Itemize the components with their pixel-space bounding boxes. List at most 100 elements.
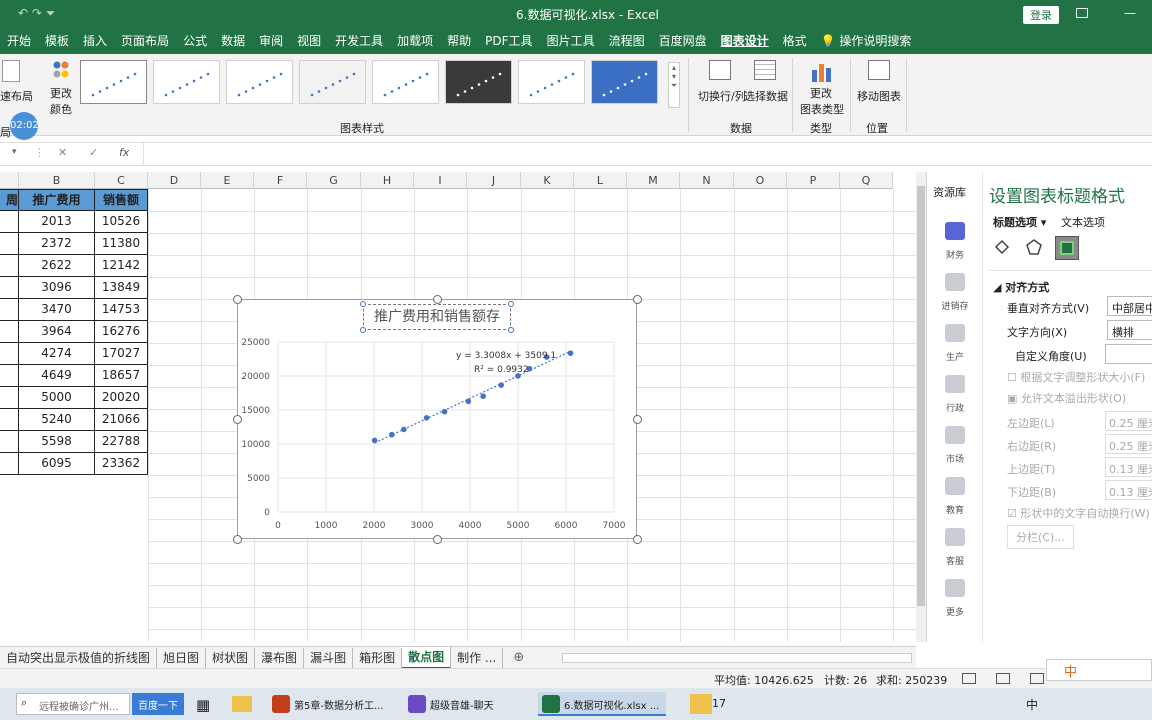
resource-7-label[interactable]: 更多 <box>927 605 983 618</box>
data-point[interactable] <box>423 415 430 421</box>
normal-view-icon[interactable] <box>962 673 976 684</box>
top-margin-input[interactable]: 0.13 厘米 <box>1105 457 1152 477</box>
left-margin-input[interactable]: 0.25 厘米 <box>1105 411 1152 431</box>
cancel-icon[interactable]: ✕ <box>58 146 67 159</box>
start-grid-icon[interactable]: ▦ <box>196 696 210 714</box>
col-header-e[interactable]: E <box>201 172 254 189</box>
change-color-button[interactable]: 更改 颜色 <box>44 58 78 116</box>
col-header-o[interactable]: O <box>734 172 787 189</box>
resource-0-icon[interactable] <box>945 222 965 240</box>
title-handle[interactable] <box>360 327 366 333</box>
tab-4[interactable]: 公式 <box>176 28 214 54</box>
table-cell-b[interactable]: 4274 <box>19 343 95 365</box>
table-header-b[interactable]: 推广费用 <box>19 189 95 211</box>
resize-handle[interactable] <box>633 415 642 424</box>
bottom-margin-input[interactable]: 0.13 厘米 <box>1105 480 1152 500</box>
taskbar-app-0[interactable]: 第5章-数据分析工... <box>268 692 396 716</box>
col-header-g[interactable]: G <box>307 172 361 189</box>
resource-7-icon[interactable] <box>945 579 965 597</box>
table-cell-b[interactable]: 4649 <box>19 365 95 387</box>
data-point[interactable] <box>498 382 504 388</box>
trendline-equation[interactable]: y = 3.3008x + 3509.1 <box>456 351 556 361</box>
ribbon-display-icon[interactable] <box>1076 8 1088 18</box>
resource-3-label[interactable]: 行政 <box>927 401 983 414</box>
table-cell-c[interactable]: 14753 <box>95 299 148 321</box>
table-cell-c[interactable]: 18657 <box>95 365 148 387</box>
chart-style-2[interactable] <box>153 60 220 104</box>
resize-handle[interactable] <box>233 415 242 424</box>
columns-button[interactable]: 分栏(C)... <box>1007 525 1074 549</box>
vertical-scrollbar[interactable] <box>916 172 926 642</box>
chart-style-3[interactable] <box>226 60 293 104</box>
table-cell-b[interactable]: 3470 <box>19 299 95 321</box>
resource-library-label[interactable]: 资源库 <box>933 184 966 200</box>
table-cell-b[interactable]: 5000 <box>19 387 95 409</box>
resize-handle[interactable] <box>633 535 642 544</box>
tab-0[interactable]: 开始 <box>0 28 38 54</box>
table-cell-a[interactable] <box>0 431 19 453</box>
vertical-align-select[interactable]: 中部居中 <box>1107 296 1152 316</box>
insert-function-icon[interactable]: fx <box>119 146 129 159</box>
page-layout-icon[interactable] <box>996 673 1010 684</box>
sheet-tab-4[interactable]: 漏斗图 <box>304 647 354 668</box>
col-header-b[interactable]: B <box>19 172 95 189</box>
title-handle[interactable] <box>360 301 366 307</box>
sheet-tab-2[interactable]: 树状图 <box>206 647 256 668</box>
chart-style-5[interactable] <box>372 60 439 104</box>
title-handle[interactable] <box>508 301 514 307</box>
tab-16[interactable]: 格式 <box>776 28 814 54</box>
tab-14[interactable]: 百度网盘 <box>652 28 714 54</box>
chart-title[interactable]: 推广费用和销售额存 <box>363 304 511 330</box>
table-cell-a[interactable] <box>0 409 19 431</box>
trendline-r2[interactable]: R² = 0.9932 <box>474 365 529 375</box>
taskbar-app-1[interactable]: 超级音雄-聊天 <box>404 692 532 716</box>
title-handle[interactable] <box>508 327 514 333</box>
table-cell-c[interactable]: 16276 <box>95 321 148 343</box>
sheet-tab-7[interactable]: 制作 ... <box>451 647 504 668</box>
chart-style-6[interactable] <box>445 60 512 104</box>
table-cell-a[interactable] <box>0 277 19 299</box>
taskbar-app-2[interactable]: 6.数据可视化.xlsx ... <box>538 692 666 716</box>
resource-5-label[interactable]: 教育 <box>927 503 983 516</box>
taskbar-ime[interactable]: 中 <box>1026 696 1038 713</box>
switch-row-col-button[interactable]: 切换行/列 <box>698 60 746 104</box>
ime-label[interactable]: 中 <box>1064 661 1077 680</box>
move-chart-button[interactable]: 移动图表 <box>856 60 902 104</box>
tab-9[interactable]: 加载项 <box>390 28 440 54</box>
resize-handle[interactable] <box>233 535 242 544</box>
chart-style-4[interactable] <box>299 60 366 104</box>
horizontal-scrollbar[interactable] <box>562 652 913 663</box>
tab-15[interactable]: 图表设计 <box>714 28 776 54</box>
data-point[interactable] <box>371 437 378 444</box>
table-cell-a[interactable] <box>0 343 19 365</box>
login-button[interactable]: 登录 <box>1023 6 1059 24</box>
chart-style-8[interactable] <box>591 60 658 104</box>
resource-4-label[interactable]: 市场 <box>927 452 983 465</box>
allow-overflow-checkbox[interactable]: ▣ 允许文本溢出形状(O) <box>1007 390 1126 406</box>
resource-2-icon[interactable] <box>945 324 965 342</box>
file-explorer-icon[interactable] <box>232 696 252 712</box>
col-header-j[interactable]: J <box>467 172 521 189</box>
tab-12[interactable]: 图片工具 <box>540 28 602 54</box>
table-cell-c[interactable]: 20020 <box>95 387 148 409</box>
tell-me-search[interactable]: 💡 操作说明搜索 <box>814 28 919 54</box>
data-point[interactable] <box>567 350 574 356</box>
chart-style-1[interactable] <box>80 60 147 104</box>
table-cell-c[interactable]: 13849 <box>95 277 148 299</box>
taskbar-search-input[interactable]: ⌕ 远程被确诊广州... <box>16 693 130 715</box>
table-header-a[interactable]: 周 <box>0 189 19 211</box>
right-margin-input[interactable]: 0.25 厘米 <box>1105 434 1152 454</box>
table-header-c[interactable]: 销售额 <box>95 189 148 211</box>
table-cell-c[interactable]: 23362 <box>95 453 148 475</box>
table-cell-b[interactable]: 6095 <box>19 453 95 475</box>
table-cell-a[interactable] <box>0 211 19 233</box>
gallery-scroll[interactable]: ▴ ▾ ⏷ <box>668 62 680 108</box>
resource-6-label[interactable]: 客服 <box>927 554 983 567</box>
wrap-text-checkbox[interactable]: ☑ 形状中的文字自动换行(W) <box>1007 505 1150 521</box>
table-cell-c[interactable]: 17027 <box>95 343 148 365</box>
chart-style-7[interactable] <box>518 60 585 104</box>
scroll-thumb[interactable] <box>917 186 925 606</box>
col-header-k[interactable]: K <box>521 172 574 189</box>
custom-angle-input[interactable] <box>1105 344 1152 364</box>
table-cell-c[interactable]: 11380 <box>95 233 148 255</box>
